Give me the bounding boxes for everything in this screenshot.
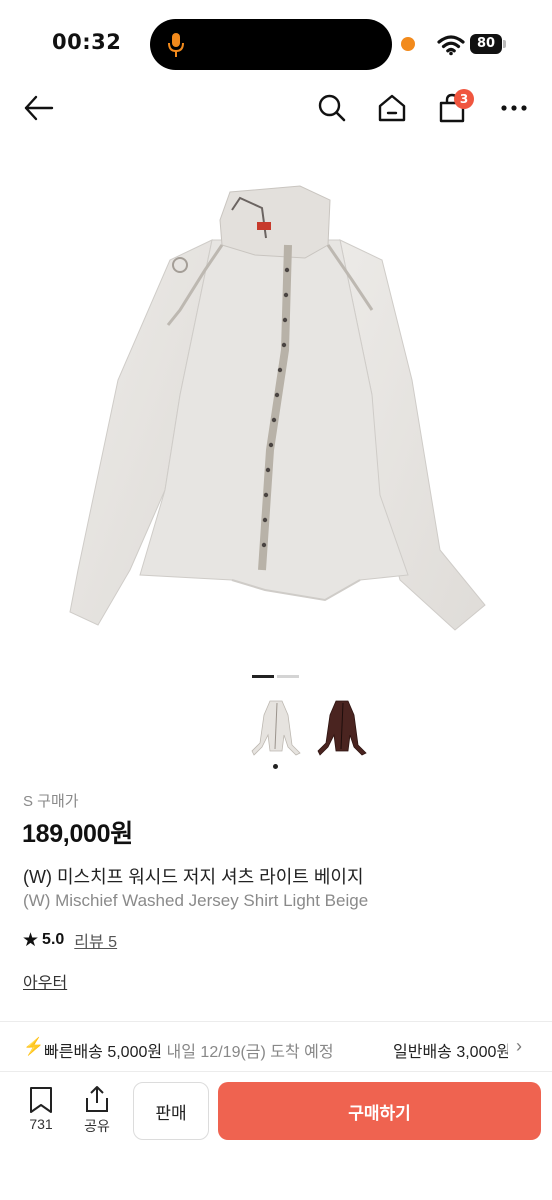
battery-level: 80 [470,34,502,54]
share-button[interactable]: 공유 [78,1084,116,1136]
gallery-indicator [277,675,299,678]
product-image[interactable] [0,150,552,660]
category-link[interactable]: 아우터 [23,969,67,993]
wifi-icon [437,35,465,56]
search-button[interactable] [312,88,352,128]
more-icon [501,105,527,111]
product-name-korean: (W) 미스치프 워시드 저지 셔츠 라이트 베이지 [23,867,364,887]
gallery-indicator-active [252,675,274,678]
thumbnail-brown[interactable] [314,695,370,759]
recording-indicator-icon [401,37,415,51]
thumbnail-light-beige[interactable] [248,695,304,759]
cart-button[interactable]: 3 [432,88,474,128]
fast-shipping: 빠른배송 5,000원 내일 12/19(금) 도착 예정 [44,1044,334,1061]
bookmark-button[interactable]: 731 [22,1086,60,1132]
reviews-link[interactable]: 리뷰 5 [74,928,117,952]
back-button[interactable] [18,88,58,128]
status-bar: 00:32 80 [0,0,552,88]
star-icon: ★ [22,929,40,951]
fast-shipping-date: 내일 12/19(금) 도착 예정 [166,1044,334,1061]
lightning-icon: ⚡ [23,1037,45,1056]
normal-shipping: 일반배송 3,000원 [393,1044,508,1061]
chevron-right-icon: › [516,1036,522,1056]
rating-row: ★ 5.0 리뷰 5 [22,928,117,952]
rating-score: 5.0 [42,931,65,948]
bottom-action-bar: 731 공유 판매 구매하기 [0,1072,552,1200]
buy-button[interactable]: 구매하기 [218,1082,541,1140]
microphone-icon [168,33,184,57]
search-icon [318,94,346,122]
sell-button[interactable]: 판매 [133,1082,209,1140]
bookmark-count: 731 [29,1116,53,1132]
thumbnail-selected-dot [273,764,278,769]
app-header: 3 [0,88,552,132]
dynamic-island [150,19,392,70]
size-price-label: S 구매가 [23,793,79,810]
share-label: 공유 [84,1118,110,1134]
product-price: 189,000원 [22,820,133,848]
battery-icon: 80 [470,34,506,54]
cart-count-badge: 3 [454,89,474,109]
product-name-english: (W) Mischief Washed Jersey Shirt Light B… [23,891,369,910]
share-icon [86,1086,108,1112]
home-button[interactable] [372,88,412,128]
home-icon [378,94,406,122]
back-arrow-icon [24,95,54,121]
shipping-options[interactable]: ⚡ 빠른배송 5,000원 내일 12/19(금) 도착 예정 일반배송 3,0… [0,1022,552,1072]
bookmark-icon [30,1087,52,1113]
more-button[interactable] [494,88,534,128]
status-time: 00:32 [52,30,122,54]
